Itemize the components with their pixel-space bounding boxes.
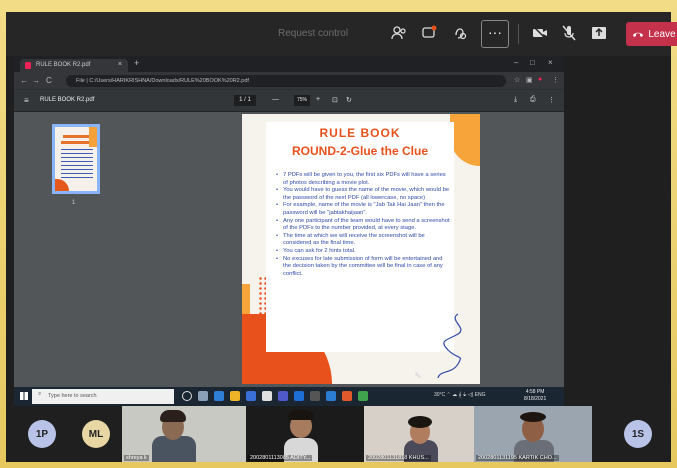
- word-icon[interactable]: [294, 391, 304, 401]
- print-icon[interactable]: ⎙: [530, 96, 536, 104]
- task-view-icon[interactable]: [198, 391, 208, 401]
- reactions-icon[interactable]: [449, 22, 471, 44]
- more-options-button[interactable]: ···: [481, 20, 509, 48]
- chrome-icon[interactable]: [342, 391, 352, 401]
- mouse-cursor-icon: ⬉: [414, 370, 422, 380]
- clock-time: 4:58 PM: [525, 389, 545, 395]
- pdf-page: RULE BOOK ROUND-2-Glue the Clue 7 PDFs w…: [242, 114, 480, 384]
- zoom-input[interactable]: 75%: [294, 95, 310, 106]
- back-button[interactable]: ←: [20, 76, 28, 85]
- cortana-icon[interactable]: [182, 391, 192, 401]
- page-thumbnail[interactable]: [52, 124, 100, 194]
- request-control-button[interactable]: Request control: [278, 28, 348, 39]
- forward-button[interactable]: →: [32, 76, 40, 85]
- meeting-toolbar: Request control ··· Leave: [6, 12, 677, 56]
- app-green-icon[interactable]: [358, 391, 368, 401]
- pdf-favicon-icon: [25, 62, 31, 69]
- camera-off-icon[interactable]: [529, 22, 551, 44]
- close-window-button[interactable]: ×: [548, 58, 553, 67]
- participant-strip: 1P ML shreya k 2002801113085 ADITY... 20…: [6, 406, 671, 462]
- extension-red-icon[interactable]: ●: [538, 76, 542, 83]
- pdf-toolbar: ≡ RULE BOOK R2.pdf 1 / 1 — 75% + ⊡ ↻ ⤓ ⎙…: [14, 90, 564, 112]
- phone-icon: [633, 32, 644, 37]
- file-explorer-icon[interactable]: [230, 391, 240, 401]
- pdf-viewer: RULE BOOK ROUND-2-Glue the Clue 7 PDFs w…: [140, 112, 564, 388]
- pdf-thumbnail-sidebar: 1: [14, 112, 140, 388]
- participant-avatar[interactable]: ML: [82, 420, 110, 448]
- rule-item: For example, name of the movie is "Jab T…: [276, 202, 452, 217]
- star-icon[interactable]: ☆: [514, 76, 520, 84]
- rule-item: You would have to guess the name of the …: [276, 187, 452, 202]
- chat-icon[interactable]: [418, 22, 440, 44]
- screen-border-bottom: [0, 462, 677, 468]
- leave-button[interactable]: Leave: [626, 22, 677, 46]
- store-icon[interactable]: [246, 391, 256, 401]
- screen-border-left: [0, 0, 6, 468]
- app-icon[interactable]: [310, 391, 320, 401]
- participant-avatar[interactable]: 1S: [624, 420, 652, 448]
- participant-video[interactable]: 2002801113085 ADITY...: [246, 406, 364, 462]
- new-tab-button[interactable]: +: [134, 58, 139, 68]
- maximize-button[interactable]: □: [530, 58, 535, 67]
- download-icon[interactable]: ⤓: [514, 96, 517, 104]
- rules-list: 7 PDFs will be given to you, the first s…: [276, 172, 452, 278]
- tab-title: RULE BOOK R2.pdf: [36, 62, 91, 68]
- edge-icon[interactable]: [214, 391, 224, 401]
- rule-item: No excuses for late submission of form w…: [276, 256, 452, 279]
- pdf-sidebar-toggle-icon[interactable]: ≡: [24, 96, 29, 105]
- reload-button[interactable]: C: [46, 76, 52, 85]
- zoom-in-button[interactable]: +: [316, 96, 320, 103]
- participant-name: shreya k: [124, 455, 149, 461]
- pdf-file-name: RULE BOOK R2.pdf: [40, 97, 95, 103]
- page-number-input[interactable]: 1 / 1: [234, 95, 256, 106]
- zoom-out-button[interactable]: —: [272, 96, 279, 103]
- share-screen-icon[interactable]: [588, 22, 610, 44]
- decor-squiggle: [437, 313, 462, 379]
- rulebook-title: RULE BOOK: [319, 126, 401, 140]
- rule-item: Any one participant of the team would ha…: [276, 218, 452, 233]
- mic-off-icon[interactable]: [558, 22, 580, 44]
- participant-name: 2002801131195 KARTIK CHO...: [476, 455, 559, 461]
- zoom-icon[interactable]: [326, 391, 336, 401]
- address-bar-row: ← → C File | C:/Users/HARIKRISHNA/Downlo…: [14, 72, 564, 90]
- windows-start-icon[interactable]: [20, 392, 28, 400]
- leave-label: Leave: [648, 28, 676, 40]
- minimize-button[interactable]: –: [514, 58, 518, 67]
- thumbnail-page-number: 1: [72, 200, 76, 206]
- participant-video[interactable]: 2002801131195 KARTIK CHO...: [474, 406, 592, 462]
- toolbar-divider: [518, 24, 519, 44]
- screen-border-top: [0, 0, 677, 12]
- search-icon: ⌕: [38, 391, 42, 397]
- shared-screen: RULE BOOK R2.pdf × + – □ × ← → C File | …: [14, 56, 564, 406]
- decor-yellow-shape: [450, 114, 480, 166]
- screen-border-right: [671, 0, 677, 468]
- taskbar-clock[interactable]: 4:58 PM 8/18/2021: [524, 389, 546, 403]
- pdf-more-icon[interactable]: ⋮: [548, 96, 555, 104]
- fit-page-icon[interactable]: ⊡: [332, 96, 338, 104]
- rule-item: 7 PDFs will be given to you, the first s…: [276, 172, 452, 187]
- browser-menu-icon[interactable]: ⋮: [552, 76, 559, 84]
- participant-avatar[interactable]: 1P: [28, 420, 56, 448]
- taskbar-search-input[interactable]: Type here to search: [32, 389, 174, 404]
- rule-item: The time at which we will receive the sc…: [276, 233, 452, 248]
- clock-date: 8/18/2021: [524, 396, 547, 402]
- participant-name: 2002801131818 KHUS...: [366, 455, 431, 461]
- participant-name: 2002801113085 ADITY...: [248, 455, 313, 461]
- browser-tab-bar: RULE BOOK R2.pdf × + – □ ×: [14, 56, 564, 72]
- participant-video[interactable]: 2002801131818 KHUS...: [364, 406, 474, 462]
- mail-icon[interactable]: [262, 391, 272, 401]
- rulebook-subtitle: ROUND-2-Glue the Clue: [291, 144, 428, 158]
- browser-tab[interactable]: RULE BOOK R2.pdf ×: [20, 59, 128, 72]
- tab-close-icon[interactable]: ×: [118, 61, 122, 68]
- rule-item: You can ask for 2 hints total.: [276, 248, 452, 256]
- windows-taskbar: Type here to search ⌕ 30°C ⌃ ☁ 𝄞 ⏚ ◁) EN…: [14, 387, 564, 406]
- address-input[interactable]: File | C:/Users/HARIKRISHNA/Downloads/RU…: [66, 75, 506, 87]
- people-icon[interactable]: [388, 22, 410, 44]
- participant-video[interactable]: shreya k: [122, 406, 246, 462]
- teams-icon[interactable]: [278, 391, 288, 401]
- extension-icon[interactable]: ▣: [526, 76, 533, 84]
- system-tray[interactable]: 30°C ⌃ ☁ 𝄞 ⏚ ◁) ENG: [434, 392, 486, 398]
- rotate-icon[interactable]: ↻: [346, 96, 352, 104]
